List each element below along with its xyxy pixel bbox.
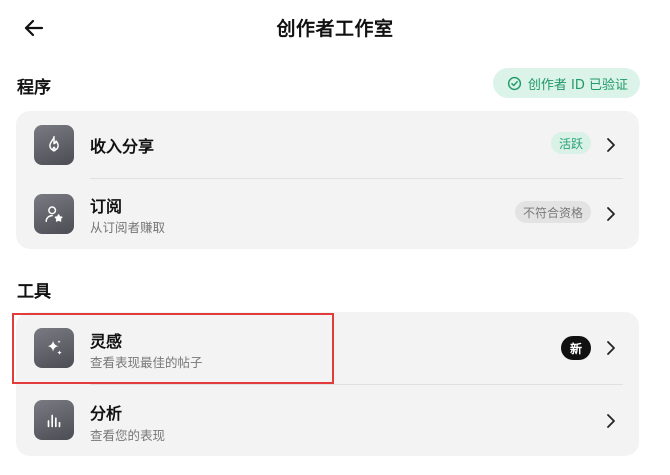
revenue-share-title: 收入分享 bbox=[90, 137, 155, 156]
top-bar: 创作者工作室 bbox=[0, 0, 670, 56]
flame-icon bbox=[34, 125, 74, 165]
check-circle-icon bbox=[507, 76, 522, 91]
chevron-right-icon bbox=[603, 413, 619, 429]
section-title-tools: 工具 bbox=[17, 282, 51, 302]
analytics-row[interactable]: 分析 查看您的表现 bbox=[16, 385, 639, 456]
status-badge-ineligible: 不符合资格 bbox=[514, 201, 591, 223]
user-star-icon bbox=[34, 194, 74, 234]
creator-id-verified-badge: 创作者 ID 已验证 bbox=[492, 68, 640, 98]
inspiration-subtitle: 查看表现最佳的帖子 bbox=[90, 355, 203, 370]
verified-label: 创作者 ID 已验证 bbox=[527, 77, 628, 93]
page-title: 创作者工作室 bbox=[276, 18, 394, 40]
sparkle-icon bbox=[34, 328, 74, 368]
inspiration-row[interactable]: 灵感 查看表现最佳的帖子 新 bbox=[16, 312, 639, 384]
bar-chart-icon bbox=[34, 400, 74, 440]
analytics-title: 分析 bbox=[90, 404, 123, 423]
subscriptions-subtitle: 从订阅者赚取 bbox=[90, 220, 166, 235]
new-badge: 新 bbox=[560, 336, 591, 360]
chevron-right-icon bbox=[603, 340, 619, 356]
inspiration-title: 灵感 bbox=[90, 332, 123, 351]
tools-card: 灵感 查看表现最佳的帖子 新 分析 查看您的表现 bbox=[16, 312, 639, 456]
analytics-subtitle: 查看您的表现 bbox=[90, 428, 166, 443]
subscriptions-title: 订阅 bbox=[90, 197, 123, 216]
status-badge-active: 活跃 bbox=[550, 132, 591, 154]
chevron-right-icon bbox=[603, 206, 619, 222]
revenue-share-row[interactable]: 收入分享 活跃 bbox=[16, 111, 639, 179]
section-title-programs: 程序 bbox=[17, 78, 51, 98]
chevron-right-icon bbox=[603, 137, 619, 153]
subscriptions-row[interactable]: 订阅 从订阅者赚取 不符合资格 bbox=[16, 179, 639, 249]
programs-card: 收入分享 活跃 订阅 从订阅者赚取 不符合资格 bbox=[16, 111, 639, 249]
